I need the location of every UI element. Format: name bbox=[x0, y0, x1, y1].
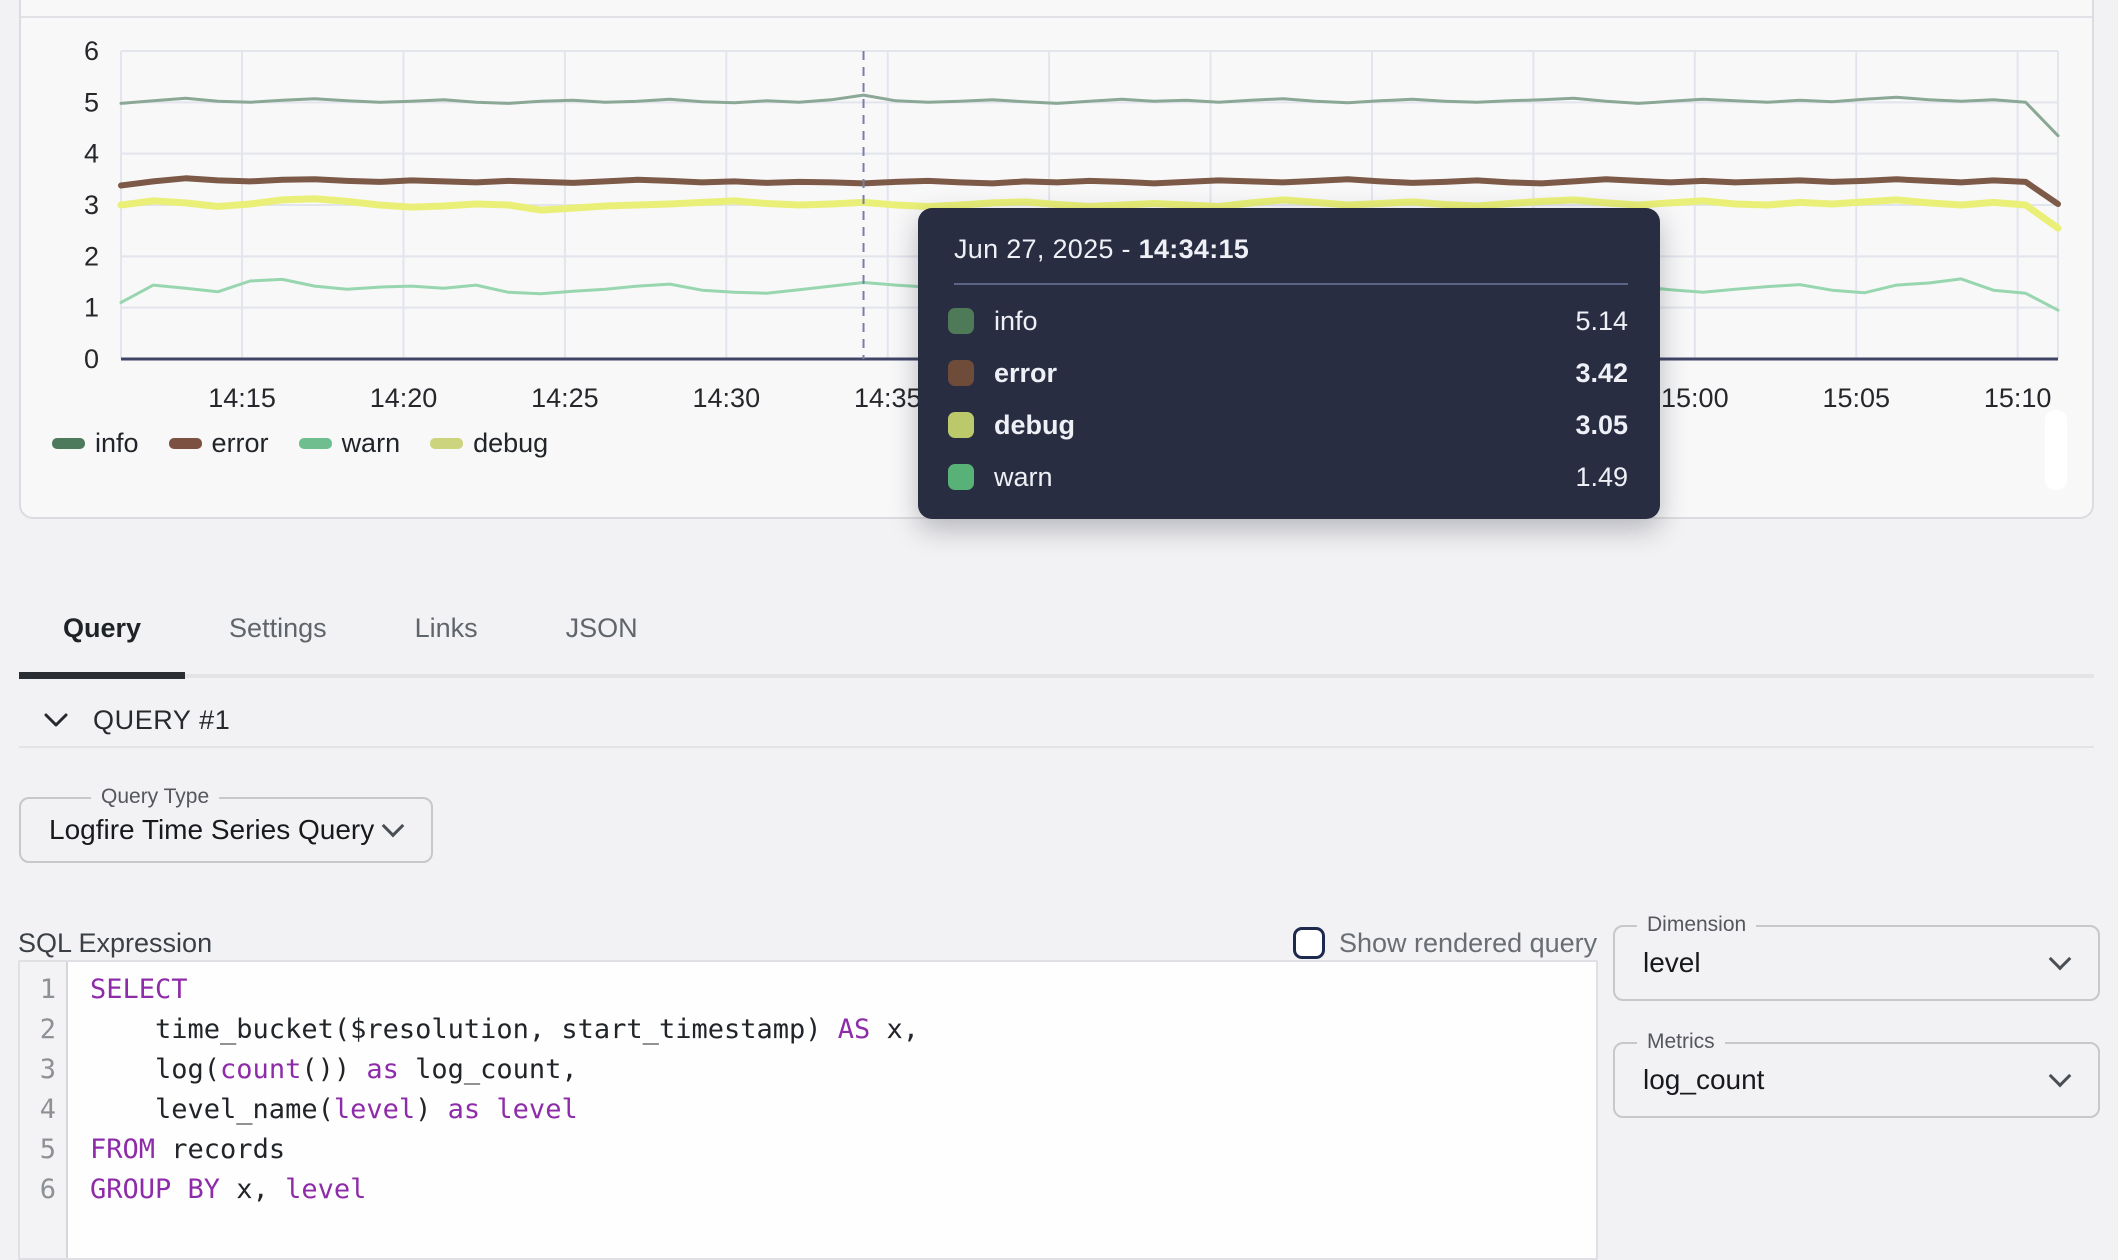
tooltip-row-debug: debug 3.05 bbox=[948, 399, 1628, 451]
tooltip-timestamp: Jun 27, 2025 - 14:34:15 bbox=[954, 234, 1628, 265]
line-number: 6 bbox=[20, 1170, 56, 1210]
legend-item-debug[interactable]: debug bbox=[430, 428, 548, 459]
legend-label: warn bbox=[342, 428, 401, 459]
y-axis-tick: 1 bbox=[84, 293, 99, 323]
legend-item-warn[interactable]: warn bbox=[299, 428, 401, 459]
metrics-label: Metrics bbox=[1637, 1030, 1725, 1054]
x-axis-tick: 15:00 bbox=[1661, 383, 1729, 413]
legend-swatch-warn bbox=[299, 438, 332, 449]
code-line: time_bucket($resolution, start_timestamp… bbox=[90, 1010, 919, 1050]
query-type-label: Query Type bbox=[91, 785, 219, 809]
y-axis-tick: 2 bbox=[84, 241, 99, 271]
series-line-error bbox=[121, 178, 2058, 204]
tooltip-divider bbox=[954, 283, 1628, 285]
query-type-value: Logfire Time Series Query bbox=[49, 814, 374, 846]
x-axis-tick: 14:25 bbox=[531, 383, 599, 413]
tooltip-row-warn: warn 1.49 bbox=[948, 451, 1628, 503]
query-type-select[interactable]: Query Type Logfire Time Series Query bbox=[19, 797, 433, 863]
tooltip-swatch-error bbox=[948, 360, 974, 386]
tooltip-series-label: warn bbox=[994, 462, 1053, 493]
code-line: FROM records bbox=[90, 1130, 919, 1170]
chevron-down-icon bbox=[382, 815, 405, 838]
legend-item-error[interactable]: error bbox=[169, 428, 269, 459]
line-number: 3 bbox=[20, 1050, 56, 1090]
tab-links[interactable]: Links bbox=[371, 584, 522, 679]
legend-swatch-error bbox=[169, 438, 202, 449]
chevron-down-icon bbox=[43, 707, 69, 733]
tooltip-swatch-warn bbox=[948, 464, 974, 490]
dimension-label: Dimension bbox=[1637, 913, 1756, 937]
tooltip-series-value: 5.14 bbox=[1575, 306, 1628, 337]
metrics-select[interactable]: Metrics log_count bbox=[1613, 1042, 2100, 1118]
line-number: 2 bbox=[20, 1010, 56, 1050]
sql-editor-line-numbers: 123456 bbox=[20, 962, 68, 1258]
x-axis-tick: 14:35 bbox=[854, 383, 922, 413]
line-number: 1 bbox=[20, 970, 56, 1010]
tooltip-row-info: info 5.14 bbox=[948, 295, 1628, 347]
legend-item-info[interactable]: info bbox=[52, 428, 139, 459]
x-axis-tick: 15:10 bbox=[1984, 383, 2052, 413]
tooltip-series-value: 3.05 bbox=[1575, 410, 1628, 441]
metrics-value: log_count bbox=[1643, 1064, 1764, 1096]
tooltip-date: Jun 27, 2025 - bbox=[954, 234, 1139, 264]
tooltip-swatch-info bbox=[948, 308, 974, 334]
sql-expression-label: SQL Expression bbox=[18, 928, 212, 959]
legend-swatch-debug bbox=[430, 438, 463, 449]
show-rendered-query-checkbox[interactable] bbox=[1293, 927, 1325, 959]
tooltip-series-label: error bbox=[994, 358, 1057, 389]
tooltip-row-error: error 3.42 bbox=[948, 347, 1628, 399]
y-axis-tick: 6 bbox=[84, 36, 99, 66]
x-axis-tick: 15:05 bbox=[1822, 383, 1890, 413]
y-axis-tick: 4 bbox=[84, 139, 99, 169]
chart-legend: info error warn debug bbox=[52, 427, 548, 459]
query-section-title: QUERY #1 bbox=[93, 705, 230, 736]
y-axis-tick: 3 bbox=[84, 190, 99, 220]
code-line: log(count()) as log_count, bbox=[90, 1050, 919, 1090]
dimension-select[interactable]: Dimension level bbox=[1613, 925, 2100, 1001]
legend-label: debug bbox=[473, 428, 548, 459]
code-line: level_name(level) as level bbox=[90, 1090, 919, 1130]
sql-editor-code: SELECT time_bucket($resolution, start_ti… bbox=[68, 962, 919, 1258]
scrollbar-thumb[interactable] bbox=[2045, 410, 2067, 490]
tab-query[interactable]: Query bbox=[19, 584, 185, 679]
tooltip-time: 14:34:15 bbox=[1139, 234, 1249, 264]
y-axis-tick: 0 bbox=[84, 344, 99, 374]
tooltip-series-label: info bbox=[994, 306, 1038, 337]
dimension-value: level bbox=[1643, 947, 1701, 979]
show-rendered-query-toggle[interactable]: Show rendered query bbox=[1293, 925, 1597, 961]
tooltip-rows: info 5.14 error 3.42 debug 3.05 warn 1.49 bbox=[948, 295, 1628, 503]
line-number: 5 bbox=[20, 1130, 56, 1170]
tooltip-swatch-debug bbox=[948, 412, 974, 438]
x-axis-tick: 14:15 bbox=[208, 383, 276, 413]
legend-label: error bbox=[212, 428, 269, 459]
y-axis-tick: 5 bbox=[84, 87, 99, 117]
legend-label: info bbox=[95, 428, 139, 459]
tooltip-series-value: 3.42 bbox=[1575, 358, 1628, 389]
show-rendered-query-label: Show rendered query bbox=[1339, 928, 1597, 959]
tab-json[interactable]: JSON bbox=[522, 584, 682, 679]
section-divider bbox=[19, 746, 2094, 748]
query-section-header[interactable]: QUERY #1 bbox=[43, 700, 230, 740]
x-axis-tick: 14:30 bbox=[693, 383, 761, 413]
tooltip-series-value: 1.49 bbox=[1575, 462, 1628, 493]
tab-bar: QuerySettingsLinksJSON bbox=[19, 584, 2094, 678]
line-number: 4 bbox=[20, 1090, 56, 1130]
sql-editor[interactable]: 123456 SELECT time_bucket($resolution, s… bbox=[18, 960, 1598, 1260]
chart-tooltip: Jun 27, 2025 - 14:34:15 info 5.14 error 3.4… bbox=[918, 208, 1660, 519]
chevron-down-icon bbox=[2049, 948, 2072, 971]
tooltip-series-label: debug bbox=[994, 410, 1075, 441]
series-line-info bbox=[121, 95, 2058, 136]
code-line: SELECT bbox=[90, 970, 919, 1010]
tab-settings[interactable]: Settings bbox=[185, 584, 371, 679]
chevron-down-icon bbox=[2049, 1065, 2072, 1088]
x-axis-tick: 14:20 bbox=[370, 383, 438, 413]
code-line: GROUP BY x, level bbox=[90, 1170, 919, 1210]
legend-swatch-info bbox=[52, 438, 85, 449]
